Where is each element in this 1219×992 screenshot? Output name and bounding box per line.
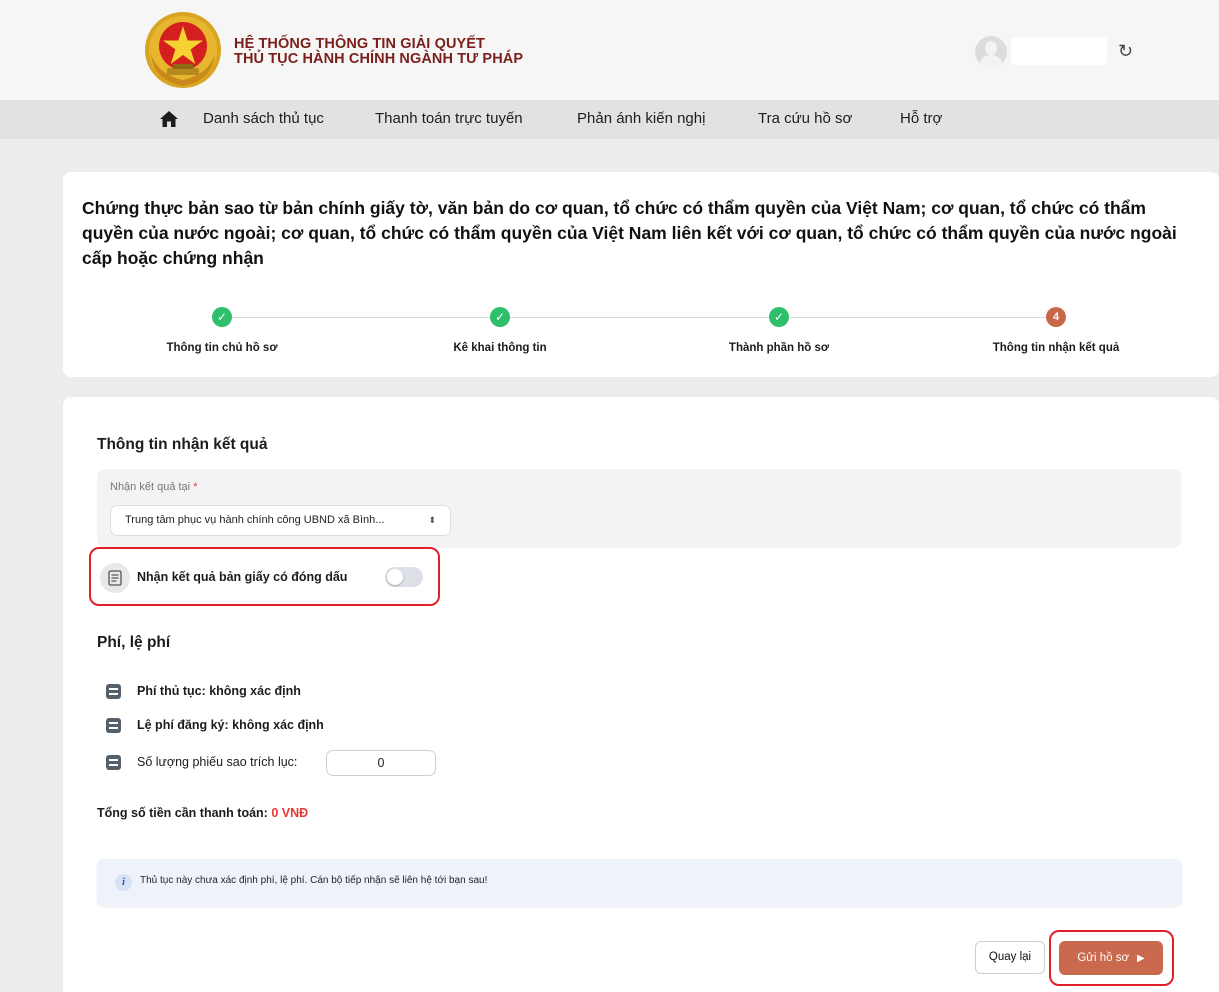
procedure-fee-text: Phí thủ tục: không xác định <box>137 684 301 698</box>
national-emblem-logo[interactable] <box>143 10 223 90</box>
fee-list-icon <box>106 718 121 733</box>
paper-result-toggle[interactable] <box>385 567 423 587</box>
step-connector <box>789 317 1046 318</box>
user-avatar[interactable] <box>975 36 1007 68</box>
fees-section-title: Phí, lệ phí <box>97 634 171 651</box>
total-amount: 0 VNĐ <box>271 806 309 820</box>
step-2-check-icon: ✓ <box>490 307 510 327</box>
site-title[interactable]: HỆ THỐNG THÔNG TIN GIẢI QUYẾT THỦ TỤC HÀ… <box>234 37 523 67</box>
fee-list-icon <box>106 684 121 699</box>
avatar-body <box>980 55 1002 68</box>
step-3-check-icon: ✓ <box>769 307 789 327</box>
registration-fee-text: Lệ phí đăng ký: không xác định <box>137 718 324 732</box>
receive-at-label-text: Nhận kết quả tại <box>110 481 191 493</box>
procedure-title: Chứng thực bản sao từ bản chính giấy tờ,… <box>82 198 1177 268</box>
submit-button[interactable]: Gửi hồ sơ ▶ <box>1059 941 1163 975</box>
nav-item-online-payment[interactable]: Thanh toán trực tuyến <box>375 110 523 127</box>
paper-result-label: Nhận kết quả bản giấy có đóng dấu <box>137 570 348 584</box>
result-section-title: Thông tin nhận kết quả <box>97 436 268 453</box>
user-name-box[interactable] <box>1011 37 1107 65</box>
copies-label: Số lượng phiếu sao trích lục: <box>137 755 298 769</box>
receive-at-select[interactable]: Trung tâm phục vụ hành chính công UBND x… <box>110 505 451 536</box>
step-3-label: Thành phần hồ sơ <box>728 342 830 354</box>
site-header: HỆ THỐNG THÔNG TIN GIẢI QUYẾT THỦ TỤC HÀ… <box>0 0 1219 100</box>
nav-item-feedback[interactable]: Phản ánh kiến nghị <box>577 110 705 127</box>
step-1-check-icon: ✓ <box>212 307 232 327</box>
document-icon-badge <box>100 563 130 593</box>
receive-at-label: Nhận kết quả tại * <box>110 481 197 493</box>
fee-list-icon <box>106 755 121 770</box>
total-label: Tổng số tiền cần thanh toán: <box>97 806 268 820</box>
home-icon[interactable] <box>159 109 179 129</box>
step-4-label: Thông tin nhận kết quả <box>992 342 1120 354</box>
site-title-line1: HỆ THỐNG THÔNG TIN GIẢI QUYẾT <box>234 36 486 52</box>
document-icon <box>108 570 122 586</box>
nav-item-lookup[interactable]: Tra cứu hồ sơ <box>758 110 852 127</box>
site-title-line2: THỦ TỤC HÀNH CHÍNH NGÀNH TƯ PHÁP <box>234 51 524 67</box>
avatar-head <box>985 41 997 55</box>
send-icon: ▶ <box>1136 953 1145 964</box>
total-payment: Tổng số tiền cần thanh toán: 0 VNĐ <box>97 806 308 820</box>
copies-quantity-input[interactable] <box>326 750 436 776</box>
receive-at-value: Trung tâm phục vụ hành chính công UBND x… <box>125 514 385 526</box>
info-icon: i <box>115 874 132 891</box>
step-4-current-indicator: 4 <box>1046 307 1066 327</box>
step-connector <box>232 317 490 318</box>
refresh-icon[interactable]: ↻ <box>1118 39 1133 63</box>
required-marker: * <box>193 481 198 493</box>
step-2-label: Kê khai thông tin <box>453 342 547 354</box>
step-1-label: Thông tin chủ hồ sơ <box>166 342 278 354</box>
nav-item-support[interactable]: Hỗ trợ <box>900 110 942 127</box>
select-arrows-icon: ⬍ <box>428 515 436 525</box>
main-nav: Danh sách thủ tục Thanh toán trực tuyến … <box>0 100 1219 139</box>
submit-label: Gửi hồ sơ <box>1077 952 1129 964</box>
step-connector <box>510 317 769 318</box>
info-notice-text: Thủ tục này chưa xác định phí, lệ phí. C… <box>140 875 488 886</box>
back-button[interactable]: Quay lại <box>975 941 1045 974</box>
toggle-knob <box>387 569 403 585</box>
nav-item-procedures[interactable]: Danh sách thủ tục <box>203 110 324 127</box>
